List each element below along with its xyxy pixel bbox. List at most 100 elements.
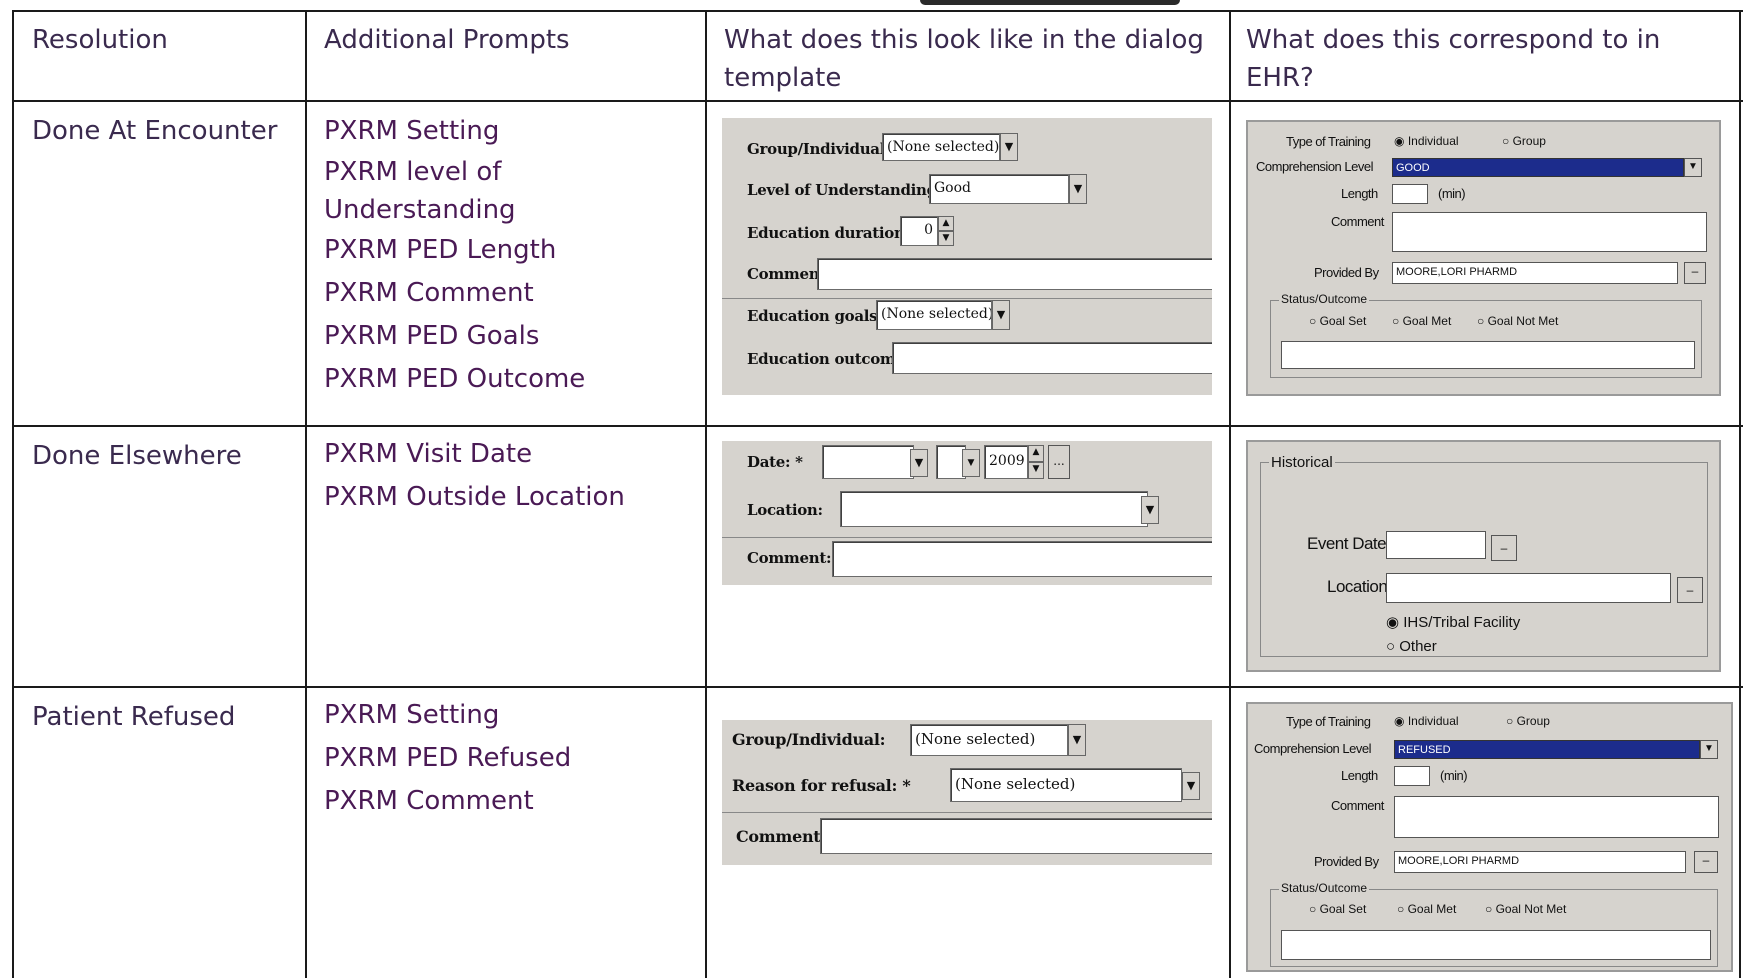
- resolution-patient-refused: Patient Refused: [32, 702, 236, 732]
- group-individual-value: (None selected): [887, 139, 1000, 155]
- location-lookup-button[interactable]: –: [1677, 577, 1703, 603]
- radio-unchecked-icon: ○: [1502, 134, 1510, 148]
- spin-down-icon[interactable]: ▼: [1028, 462, 1044, 479]
- top-edge-mark: [920, 0, 1180, 5]
- prompt-item: PXRM PED Goals: [324, 321, 540, 351]
- chevron-down-icon[interactable]: ▼: [962, 449, 980, 477]
- education-duration-value: 0: [924, 222, 933, 238]
- chevron-down-icon[interactable]: ▼: [1684, 158, 1702, 177]
- chevron-down-icon[interactable]: ▼: [910, 449, 928, 477]
- provided-by-input[interactable]: MOORE,LORI PHARMD: [1394, 851, 1686, 873]
- radio-group[interactable]: ○ Group: [1502, 134, 1546, 148]
- prompt-item: PXRM Visit Date: [324, 439, 533, 469]
- year-input[interactable]: 2009: [984, 445, 1028, 479]
- level-understanding-value: Good: [934, 180, 972, 196]
- level-understanding-select[interactable]: Good: [929, 174, 1069, 204]
- radio-unchecked-icon: ○: [1309, 314, 1317, 328]
- chevron-down-icon[interactable]: ▼: [1182, 772, 1200, 800]
- status-outcome-label: Status/Outcome: [1279, 881, 1370, 895]
- reason-for-refusal-select[interactable]: (None selected): [950, 768, 1182, 802]
- length-input[interactable]: [1394, 766, 1430, 786]
- header-additional-prompts: Additional Prompts: [324, 25, 570, 55]
- dialog-template-elsewhere: Date: * ▼ ▼ 2009 ▲ ▼ ... Location: ▼ Com…: [722, 441, 1212, 585]
- event-date-input[interactable]: [1386, 531, 1486, 559]
- comment-input[interactable]: [1394, 796, 1719, 838]
- radio-individual[interactable]: ◉ Individual: [1394, 134, 1459, 148]
- radio-goal-met[interactable]: ○ Goal Met: [1392, 314, 1451, 328]
- lookup-button[interactable]: –: [1684, 262, 1706, 284]
- prompt-item: Understanding: [324, 195, 516, 225]
- radio-goal-set[interactable]: ○ Goal Set: [1309, 314, 1366, 328]
- event-date-picker-button[interactable]: –: [1491, 535, 1517, 561]
- goal-met-label: Goal Met: [1402, 314, 1452, 328]
- group-individual-select[interactable]: (None selected): [910, 724, 1068, 756]
- goal-met-label: Goal Met: [1407, 902, 1457, 916]
- spin-up-icon[interactable]: ▲: [938, 216, 954, 231]
- chevron-down-icon[interactable]: ▼: [1069, 174, 1087, 204]
- provided-by-input[interactable]: MOORE,LORI PHARMD: [1392, 262, 1678, 284]
- outcome-text-input[interactable]: [1281, 930, 1711, 960]
- education-duration-input[interactable]: 0: [900, 216, 938, 246]
- column-divider-3: [1229, 10, 1231, 978]
- outcome-text-input[interactable]: [1281, 341, 1695, 369]
- radio-group[interactable]: ○ Group: [1506, 714, 1550, 728]
- level-understanding-label: Level of Understanding:: [747, 181, 943, 199]
- chevron-down-icon[interactable]: ▼: [1141, 496, 1159, 524]
- historical-label: Historical: [1269, 454, 1335, 471]
- location-select[interactable]: [840, 491, 1148, 527]
- radio-goal-set[interactable]: ○ Goal Set: [1309, 902, 1366, 916]
- radio-goal-met[interactable]: ○ Goal Met: [1397, 902, 1456, 916]
- chevron-down-icon[interactable]: ▼: [992, 300, 1010, 330]
- radio-other[interactable]: ○ Other: [1386, 638, 1437, 655]
- radio-unchecked-icon: ○: [1506, 714, 1514, 728]
- radio-goal-not-met[interactable]: ○ Goal Not Met: [1477, 314, 1558, 328]
- date-label: Date: *: [747, 453, 803, 471]
- radio-goal-not-met[interactable]: ○ Goal Not Met: [1485, 902, 1566, 916]
- radio-unchecked-icon: ○: [1485, 902, 1493, 916]
- ehr-education-window-encounter: Type of Training ◉ Individual ○ Group Co…: [1246, 120, 1721, 396]
- provided-by-label: Provided By: [1314, 265, 1379, 280]
- comprehension-level-select[interactable]: GOOD: [1392, 158, 1684, 177]
- comment-input[interactable]: [820, 818, 1212, 854]
- chevron-down-icon[interactable]: ▼: [1000, 133, 1018, 161]
- radio-unchecked-icon: ○: [1309, 902, 1317, 916]
- chevron-down-icon[interactable]: ▼: [1068, 724, 1086, 756]
- spin-up-icon[interactable]: ▲: [1028, 445, 1044, 462]
- length-label: Length: [1341, 768, 1378, 783]
- radio-unchecked-icon: ○: [1392, 314, 1400, 328]
- radio-individual-label: Individual: [1407, 134, 1459, 148]
- prompt-item: PXRM Comment: [324, 278, 534, 308]
- location-input[interactable]: [1386, 573, 1671, 603]
- comment-input[interactable]: [817, 258, 1212, 290]
- row-divider-1: [13, 425, 1743, 427]
- comment-input[interactable]: [1392, 212, 1707, 252]
- prompt-item: PXRM level of: [324, 157, 502, 187]
- ehr-education-window-refused: Type of Training ◉ Individual ○ Group Co…: [1246, 702, 1733, 972]
- lookup-button[interactable]: –: [1694, 851, 1718, 873]
- goal-set-label: Goal Set: [1319, 314, 1367, 328]
- goal-not-met-label: Goal Not Met: [1487, 314, 1559, 328]
- education-goals-value: (None selected): [881, 306, 992, 322]
- group-individual-select[interactable]: (None selected): [882, 133, 1000, 161]
- education-outcome-input[interactable]: [892, 342, 1212, 374]
- other-label: Other: [1399, 638, 1437, 655]
- length-label: Length: [1341, 186, 1378, 201]
- spin-down-icon[interactable]: ▼: [938, 231, 954, 246]
- radio-ihs-tribal-facility[interactable]: ◉ IHS/Tribal Facility: [1386, 613, 1520, 631]
- comprehension-level-select[interactable]: REFUSED: [1394, 740, 1700, 759]
- date-picker-button[interactable]: ...: [1048, 445, 1070, 479]
- length-input[interactable]: [1392, 184, 1428, 204]
- radio-individual[interactable]: ◉ Individual: [1394, 714, 1459, 728]
- month-select[interactable]: [822, 445, 914, 479]
- prompt-item: PXRM Setting: [324, 700, 500, 730]
- chevron-down-icon[interactable]: ▼: [1700, 740, 1718, 759]
- comment-input[interactable]: [832, 541, 1212, 577]
- radio-unchecked-icon: ○: [1386, 638, 1396, 655]
- prompt-item: PXRM Comment: [324, 786, 534, 816]
- table-border-right: [1739, 10, 1741, 978]
- radio-checked-icon: ◉: [1394, 714, 1405, 728]
- education-goals-select[interactable]: (None selected): [876, 300, 992, 330]
- section-separator: [722, 537, 1212, 538]
- header-ehr-line-2: EHR?: [1246, 63, 1314, 93]
- ehr-historical-window: Historical Event Date – Location – ◉ IHS…: [1246, 440, 1721, 672]
